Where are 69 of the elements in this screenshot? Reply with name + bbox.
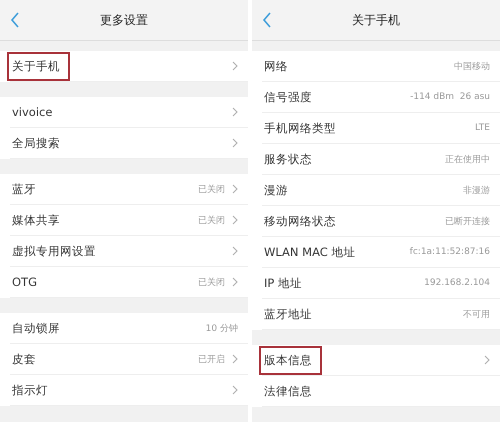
chevron-icon[interactable] — [232, 246, 238, 256]
row-value: 192.168.2.104 — [424, 278, 490, 288]
settings-row[interactable]: 蓝牙地址 不可用 — [262, 299, 500, 330]
settings-row[interactable]: 信号强度 -114 dBm 26 asu — [262, 82, 500, 113]
row-value: 已断开连接 — [445, 216, 490, 228]
row-label: 蓝牙地址 — [263, 306, 313, 322]
chevron-icon[interactable] — [232, 61, 238, 71]
row-label: 服务状态 — [263, 150, 313, 168]
settings-row[interactable]: 法律信息 — [262, 376, 500, 407]
screen-title: 关于手机 — [352, 12, 400, 28]
settings-row[interactable]: 指示灯 — [10, 375, 248, 406]
row-label: 漫游 — [263, 182, 289, 198]
settings-row[interactable]: OTG 已关闭 — [10, 267, 248, 298]
row-label: 信号强度 — [263, 88, 313, 106]
settings-row[interactable]: 自动锁屏 10 分钟 — [10, 313, 248, 344]
row-label: 指示灯 — [11, 382, 49, 398]
screen-title: 更多设置 — [100, 12, 148, 28]
row-label: OTG — [11, 274, 38, 291]
row-value: 已关闭 — [198, 184, 225, 196]
row-label: 自动锁屏 — [11, 320, 61, 336]
chevron-icon[interactable] — [232, 215, 238, 225]
settings-row[interactable]: 全局搜索 — [10, 128, 248, 159]
row-label: 虚拟专用网设置 — [11, 242, 97, 260]
settings-row[interactable]: 蓝牙 已关闭 — [10, 174, 248, 205]
settings-row[interactable]: WLAN MAC 地址 fc:1a:11:52:87:16 — [262, 237, 500, 268]
settings-row[interactable]: 手机网络类型 LTE — [262, 113, 500, 144]
back-icon[interactable] — [262, 12, 272, 28]
row-label: IP 地址 — [263, 274, 303, 292]
chevron-icon[interactable] — [232, 385, 238, 395]
chevron-icon[interactable] — [232, 354, 238, 364]
row-value: 不可用 — [463, 308, 490, 320]
back-icon[interactable] — [10, 12, 20, 28]
chevron-icon[interactable] — [484, 355, 490, 365]
settings-row[interactable]: 服务状态 正在使用中 — [262, 144, 500, 175]
settings-row[interactable]: 漫游 非漫游 — [262, 175, 500, 206]
row-value: 已关闭 — [198, 276, 225, 288]
row-value: LTE — [475, 123, 490, 133]
settings-row[interactable]: IP 地址 192.168.2.104 — [262, 268, 500, 299]
row-label: 手机网络类型 — [263, 120, 337, 136]
chevron-icon[interactable] — [232, 277, 238, 287]
chevron-icon[interactable] — [232, 184, 238, 194]
settings-row[interactable]: 虚拟专用网设置 — [10, 236, 248, 267]
row-label: 版本信息 — [259, 346, 322, 374]
row-label: 关于手机 — [7, 52, 70, 80]
row-value: -114 dBm 26 asu — [410, 92, 490, 102]
row-value: fc:1a:11:52:87:16 — [410, 247, 490, 257]
settings-row[interactable]: 网络 中国移动 — [262, 51, 500, 82]
settings-row[interactable]: 媒体共享 已关闭 — [10, 205, 248, 236]
row-value: 非漫游 — [463, 184, 490, 196]
row-label: 网络 — [263, 58, 289, 74]
row-value: 已开启 — [198, 354, 225, 366]
settings-row[interactable]: vivoice — [10, 97, 248, 128]
row-value: 已关闭 — [198, 214, 225, 226]
row-label: 全局搜索 — [11, 134, 61, 152]
row-value: 10 分钟 — [206, 322, 238, 334]
row-label: WLAN MAC 地址 — [263, 244, 356, 260]
row-label: vivoice — [11, 104, 54, 121]
chevron-icon[interactable] — [232, 107, 238, 117]
row-label: 法律信息 — [263, 382, 313, 400]
settings-row[interactable]: 皮套 已开启 — [10, 344, 248, 375]
row-value: 中国移动 — [454, 60, 490, 72]
row-label: 皮套 — [11, 350, 37, 368]
row-label: 蓝牙 — [11, 180, 37, 198]
row-label: 移动网络状态 — [263, 212, 337, 230]
row-value: 正在使用中 — [445, 154, 490, 166]
settings-row[interactable]: 移动网络状态 已断开连接 — [262, 206, 500, 237]
chevron-icon[interactable] — [232, 138, 238, 148]
settings-row[interactable]: 版本信息 — [262, 345, 500, 376]
row-label: 媒体共享 — [11, 212, 61, 228]
